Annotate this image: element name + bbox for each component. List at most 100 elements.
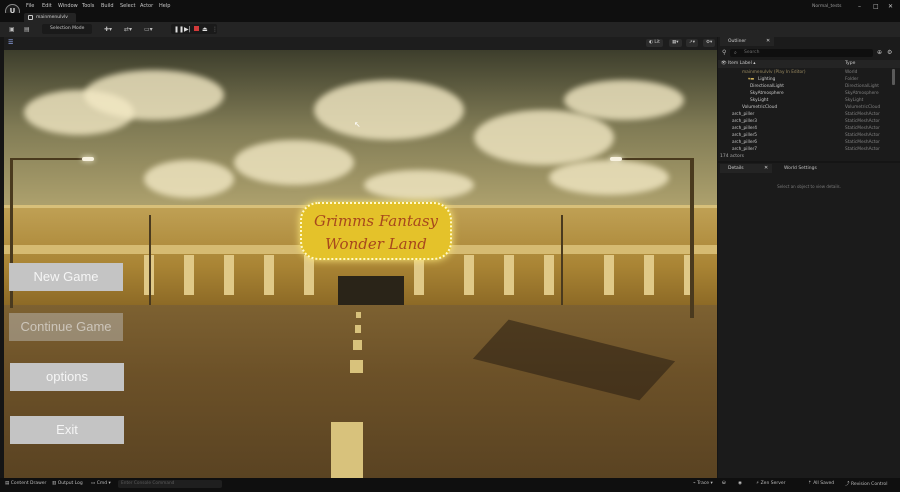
outliner-row[interactable]: arch_piller6 StaticMeshActor (718, 139, 892, 146)
console-command-input[interactable]: Enter Console Command (118, 480, 222, 488)
filter-icon[interactable]: ⚲ (722, 49, 726, 56)
continue-game-button[interactable]: Continue Game (9, 313, 123, 341)
viewport-menu-icon[interactable]: ☰ (8, 39, 13, 46)
road-line (353, 340, 362, 350)
outliner-scrollbar[interactable] (892, 69, 895, 85)
play-options-icon[interactable]: ⋮ (212, 26, 218, 33)
all-saved-button[interactable]: ⇡ All Saved (808, 481, 834, 486)
maximize-button[interactable]: □ (873, 3, 879, 10)
notifications-icon[interactable]: ◉ (738, 481, 742, 486)
output-log-button[interactable]: ▥ Output Log (52, 481, 83, 486)
level-tab[interactable]: mainmenulvlv (24, 13, 76, 22)
cloud (314, 80, 464, 140)
menu-select[interactable]: Select (120, 3, 135, 9)
menu-tools[interactable]: Tools (82, 3, 94, 9)
zen-server-label: Zen Server (760, 481, 786, 486)
light-pole (149, 215, 151, 305)
light-pole-arm (616, 158, 692, 160)
project-name: Normal_tests (812, 4, 842, 9)
options-button[interactable]: options (10, 363, 124, 391)
trace-button[interactable]: ⌁ Trace ▾ (693, 481, 713, 486)
content-drawer-button[interactable]: ▤ Content Drawer (5, 481, 46, 486)
menu-build[interactable]: Build (101, 3, 114, 9)
outliner-search-placeholder: Search (744, 50, 760, 55)
exit-button[interactable]: Exit (10, 416, 124, 444)
pillar (464, 255, 474, 295)
cloud (549, 160, 669, 195)
level-tab-label: mainmenulvlv (36, 15, 68, 20)
level-viewport[interactable]: Grimms Fantasy Wonder Land New Game Cont… (4, 50, 717, 478)
row-type: StaticMeshActor (845, 112, 880, 117)
outliner-row[interactable]: DirectionalLight DirectionalLight (718, 83, 892, 90)
browse-icon[interactable]: ▤ (24, 26, 30, 33)
derived-data-icon[interactable]: ⛁ (722, 481, 726, 486)
row-label: arch_piller6 (732, 140, 757, 145)
save-icon[interactable]: ▣ (9, 26, 15, 33)
outliner-row[interactable]: SkyLight SkyLight (718, 97, 892, 104)
add-filter-icon[interactable]: ⊕ (877, 49, 882, 56)
new-game-button[interactable]: New Game (9, 263, 123, 291)
row-label: SkyLight (750, 98, 769, 103)
mouse-cursor-icon: ↖ (354, 120, 361, 129)
row-label: SkyAtmosphere (750, 91, 784, 96)
pillar (184, 255, 194, 295)
outliner-tab-label: Outliner (728, 39, 747, 44)
close-button[interactable]: ✕ (888, 3, 893, 10)
pillar (304, 255, 314, 295)
outliner-row[interactable]: arch_piller7 StaticMeshActor (718, 146, 892, 153)
pillar (544, 255, 554, 295)
outliner-row[interactable]: ▾▬ Lighting Folder (718, 76, 892, 83)
view-mode-label: Lit (654, 40, 660, 45)
menu-edit[interactable]: Edit (42, 3, 52, 9)
blueprint-icon[interactable]: ⇄▾ (124, 26, 132, 33)
outliner-row[interactable]: arch_piller4 StaticMeshActor (718, 125, 892, 132)
light-pole (561, 215, 563, 305)
world-settings-tab[interactable]: World Settings (776, 164, 830, 173)
snap-settings-icon[interactable]: ⚙▾ (703, 39, 716, 47)
visibility-eye-icon[interactable]: 👁 (721, 60, 727, 68)
add-actor-icon[interactable]: ✚▾ (104, 26, 112, 33)
outliner-row[interactable]: SkyAtmosphere SkyAtmosphere (718, 90, 892, 97)
skip-frame-icon[interactable]: ▶| (184, 26, 191, 33)
row-type: StaticMeshActor (845, 126, 880, 131)
outliner-row[interactable]: arch_piller StaticMeshActor (718, 111, 892, 118)
pillar (264, 255, 274, 295)
outliner-row[interactable]: VolumetricCloud VolumetricCloud (718, 104, 892, 111)
column-item-label[interactable]: Item Label ▴ (728, 60, 756, 68)
row-label: VolumetricCloud (742, 105, 778, 110)
outliner-tab[interactable]: Outliner ✕ (720, 37, 774, 46)
details-tab[interactable]: Details ✕ (720, 164, 772, 173)
transform-icon[interactable]: ↗▾ (686, 39, 699, 47)
park-sign: Grimms Fantasy Wonder Land (300, 202, 452, 260)
cmd-dropdown[interactable]: ▭ Cmd ▾ (91, 481, 111, 486)
selection-mode-dropdown[interactable]: Selection Mode (42, 24, 92, 34)
show-flags-icon[interactable]: ▦▾ (669, 39, 682, 47)
eject-icon[interactable]: ⏏ (202, 26, 208, 33)
cinematics-icon[interactable]: ▭▾ (144, 26, 153, 33)
stop-icon[interactable] (194, 26, 199, 31)
menu-window[interactable]: Window (58, 3, 78, 9)
cloud (364, 170, 474, 200)
revision-control-button[interactable]: ⤴ Revision Control (845, 481, 887, 487)
row-type: World (845, 70, 858, 75)
folder-icon: ▾▬ (748, 77, 755, 82)
menu-actor[interactable]: Actor (140, 3, 153, 9)
settings-gear-icon[interactable]: ⚙ (887, 49, 892, 56)
outliner-row[interactable]: arch_piller3 StaticMeshActor (718, 118, 892, 125)
minimize-button[interactable]: – (858, 3, 861, 10)
outliner-row[interactable]: mainmenulvlv (Play In Editor) World (718, 69, 892, 76)
menu-help[interactable]: Help (159, 3, 170, 9)
view-mode-button[interactable]: ◐ Lit (646, 39, 663, 47)
close-tab-icon[interactable]: ✕ (766, 37, 770, 46)
row-type: StaticMeshActor (845, 133, 880, 138)
pause-icon[interactable]: ❚❚ (174, 26, 184, 33)
column-type[interactable]: Type (845, 60, 855, 68)
level-icon (28, 15, 33, 20)
outliner-search-input[interactable]: ⌕ Search (730, 49, 873, 57)
outliner-row[interactable]: arch_piller5 StaticMeshActor (718, 132, 892, 139)
row-type: DirectionalLight (845, 84, 879, 89)
world-settings-label: World Settings (784, 166, 817, 171)
close-tab-icon[interactable]: ✕ (764, 164, 768, 173)
zen-server-button[interactable]: ⚡ Zen Server (756, 481, 785, 486)
menu-file[interactable]: File (26, 3, 34, 9)
